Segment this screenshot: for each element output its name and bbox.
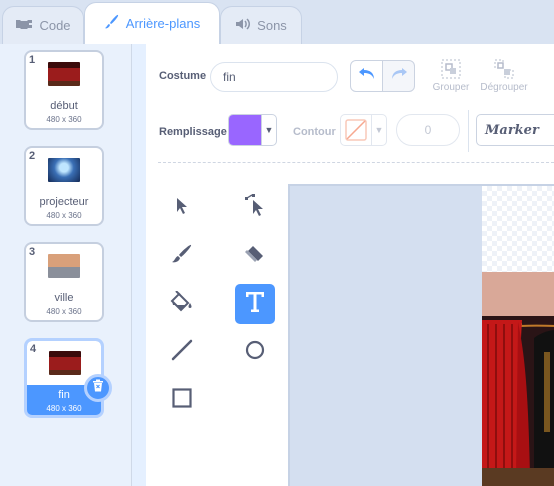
backdrop-image <box>482 272 554 486</box>
rectangle-tool[interactable] <box>162 380 202 420</box>
rectangle-icon <box>171 387 193 414</box>
backdrop-number: 4 <box>30 343 37 355</box>
line-icon <box>171 339 193 366</box>
outline-label: Contour <box>293 126 336 138</box>
editor-tab-bar: Code Arrière-plans Sons <box>0 0 554 44</box>
fill-color-picker[interactable]: ▼ <box>228 114 277 146</box>
group-button[interactable]: Grouper <box>427 58 475 93</box>
text-tool[interactable] <box>235 284 275 324</box>
divider <box>158 162 554 163</box>
transparent-area <box>482 186 554 274</box>
backdrop-list: 1 début 480 x 360 2 projecteur 480 x 360… <box>0 44 132 486</box>
backdrop-item-1[interactable]: 1 début 480 x 360 <box>24 50 104 130</box>
backdrop-item-2[interactable]: 2 projecteur 480 x 360 <box>24 146 104 226</box>
editor-top-row: Costume fin Grouper Dégrouper <box>146 44 554 104</box>
backdrop-item-3[interactable]: 3 ville 480 x 360 <box>24 242 104 322</box>
backdrop-thumbnail <box>48 62 80 86</box>
fill-color-swatch <box>229 115 261 145</box>
backdrop-thumbnail <box>48 254 80 278</box>
code-icon <box>15 17 33 34</box>
divider <box>468 110 469 152</box>
costume-label: Costume <box>159 70 207 82</box>
line-tool[interactable] <box>162 332 202 372</box>
backdrop-name: projecteur <box>39 196 89 208</box>
redo-button[interactable] <box>382 60 415 92</box>
tab-sounds[interactable]: Sons <box>220 6 302 44</box>
ungroup-icon <box>479 58 529 80</box>
paint-editor: Costume fin Grouper Dégrouper Remplissag… <box>146 44 554 486</box>
drawing-canvas[interactable] <box>288 184 554 486</box>
backdrop-size: 480 x 360 <box>46 115 82 124</box>
select-tool[interactable] <box>162 188 202 228</box>
backdrop-size: 480 x 360 <box>46 307 82 316</box>
reshape-tool[interactable] <box>235 188 275 228</box>
fill-tool[interactable] <box>162 284 202 324</box>
circle-icon <box>244 339 266 366</box>
backdrop-number: 3 <box>29 246 36 258</box>
reshape-icon <box>244 193 266 223</box>
stroke-width-input[interactable]: 0 <box>396 114 460 146</box>
delete-backdrop-button[interactable] <box>84 374 112 402</box>
backdrop-number: 1 <box>29 54 36 66</box>
ungroup-button[interactable]: Dégrouper <box>479 58 529 93</box>
costume-name-input[interactable]: fin <box>210 62 338 92</box>
fill-label: Remplissage <box>159 126 227 138</box>
undo-icon <box>358 67 376 86</box>
circle-tool[interactable] <box>235 332 275 372</box>
trash-icon <box>92 379 104 397</box>
tab-backdrops[interactable]: Arrière-plans <box>84 2 220 44</box>
tab-code-label: Code <box>39 18 71 33</box>
tab-code[interactable]: Code <box>2 6 84 44</box>
tab-backdrops-label: Arrière-plans <box>125 16 201 31</box>
brush-icon <box>171 244 193 269</box>
bucket-icon <box>170 289 194 318</box>
caret-down-icon: ▼ <box>371 115 386 145</box>
text-icon <box>245 291 265 318</box>
no-outline-icon <box>341 115 371 145</box>
undo-button[interactable] <box>350 60 383 92</box>
group-icon <box>427 58 475 80</box>
speaker-icon <box>235 17 251 34</box>
redo-icon <box>390 67 408 86</box>
font-dropdown[interactable]: Marker <box>476 114 554 146</box>
backdrop-name: ville <box>54 292 74 304</box>
backdrop-size: 480 x 360 <box>46 404 82 413</box>
backdrop-number: 2 <box>29 150 36 162</box>
caret-down-icon: ▼ <box>261 115 276 145</box>
backdrop-thumbnail <box>48 158 80 182</box>
backdrop-name: début <box>50 100 78 112</box>
arrow-icon <box>173 196 191 221</box>
backdrop-thumbnail <box>49 351 81 375</box>
backdrop-size: 480 x 360 <box>46 211 82 220</box>
eraser-tool[interactable] <box>235 236 275 276</box>
brush-tool[interactable] <box>162 236 202 276</box>
ungroup-label: Dégrouper <box>480 82 528 93</box>
editor-style-row: Remplissage ▼ Contour ▼ 0 Marker <box>146 110 554 154</box>
tab-sounds-label: Sons <box>257 18 287 33</box>
outline-color-picker[interactable]: ▼ <box>340 114 387 146</box>
undo-redo-group <box>350 60 416 92</box>
eraser-icon <box>244 244 266 269</box>
paintbrush-icon <box>104 14 120 33</box>
group-label: Grouper <box>432 82 470 93</box>
